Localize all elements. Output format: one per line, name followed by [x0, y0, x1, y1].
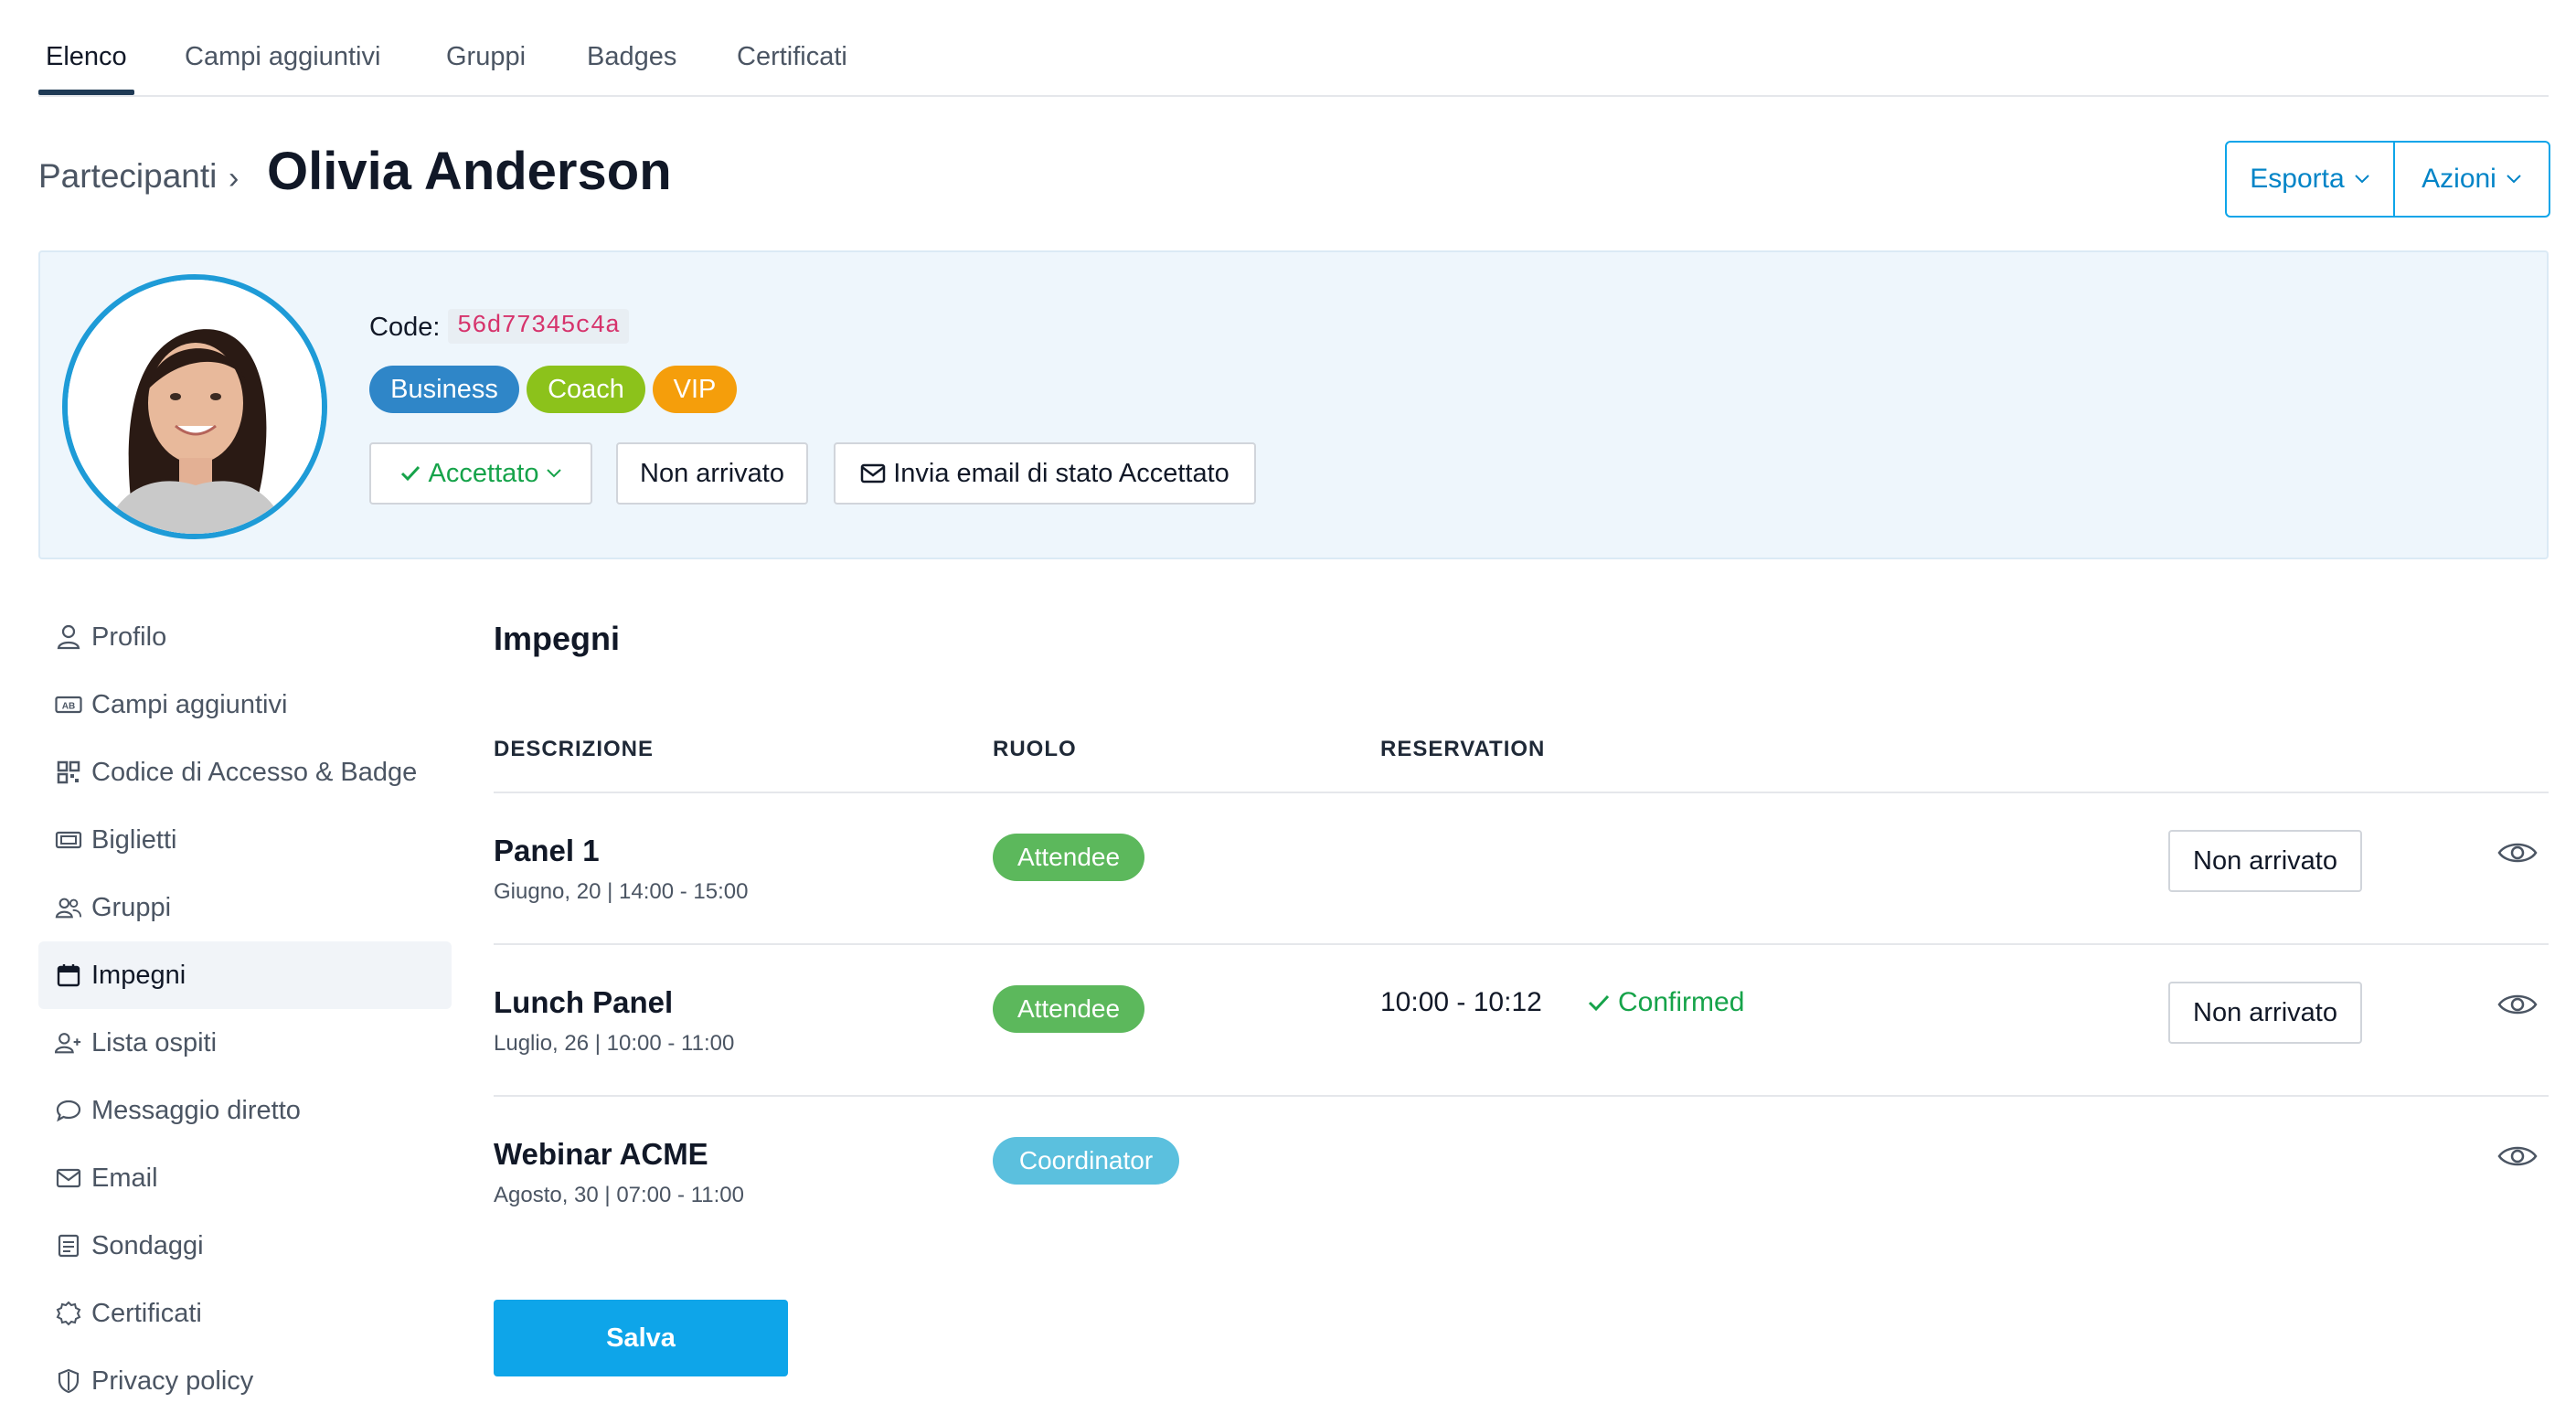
tag-business: Business: [369, 366, 519, 413]
avatar: [62, 274, 327, 539]
ticket-icon: [55, 826, 82, 854]
section-title: Impegni: [494, 620, 621, 657]
sidebar-item-gruppi[interactable]: Gruppi: [38, 874, 452, 941]
sidebar-item-label: Lista ospiti: [91, 1027, 218, 1057]
export-button[interactable]: Esporta: [2225, 141, 2395, 218]
mail-icon: [860, 463, 886, 484]
commitment-title: Panel 1: [494, 834, 600, 867]
calendar-icon: [55, 962, 82, 989]
reservation-status-label: Confirmed: [1618, 987, 1745, 1017]
tag-vip: VIP: [653, 366, 737, 413]
sidebar-item-label: Campi aggiuntivi: [91, 689, 288, 719]
tab-badges[interactable]: Badges: [587, 42, 676, 72]
svg-text:AB: AB: [62, 702, 75, 712]
ab-field-icon: AB: [55, 691, 82, 718]
check-icon: [400, 465, 420, 482]
role-badge: Attendee: [993, 985, 1144, 1033]
not-arrived-button[interactable]: Non arrivato: [616, 442, 808, 505]
status-label: Accettato: [428, 458, 539, 488]
commitment-title: Webinar ACME: [494, 1137, 708, 1171]
mail-icon: [55, 1164, 82, 1192]
sidebar-item-label: Gruppi: [91, 892, 172, 922]
commitment-schedule: Agosto, 30 | 07:00 - 11:00: [494, 1183, 744, 1207]
code-label: Code:: [369, 313, 441, 342]
user-icon: [55, 623, 82, 651]
table-row: Panel 1 Giugno, 20 | 14:00 - 15:00 Atten…: [494, 792, 2549, 943]
tag-coach: Coach: [527, 366, 645, 413]
profile-card: Code: 56d77345c4a Business Coach VIP Acc…: [38, 250, 2549, 559]
chevron-down-icon: [2507, 175, 2521, 184]
sidebar: Profilo AB Campi aggiuntivi Codice di Ac…: [38, 603, 452, 1415]
check-icon: [1588, 994, 1610, 1012]
sidebar-item-privacy-policy[interactable]: Privacy policy: [38, 1347, 452, 1415]
chevron-down-icon: [2354, 175, 2369, 184]
header-button-group: Esporta Azioni: [2225, 141, 2550, 218]
commitment-title: Lunch Panel: [494, 985, 674, 1019]
not-arrived-button[interactable]: Non arrivato: [2168, 830, 2362, 892]
eye-icon[interactable]: [2497, 991, 2538, 1018]
sidebar-item-certificati[interactable]: Certificati: [38, 1280, 452, 1347]
send-email-label: Invia email di stato Accettato: [893, 458, 1229, 488]
sidebar-item-campi-aggiuntivi[interactable]: AB Campi aggiuntivi: [38, 671, 452, 739]
role-badge: Attendee: [993, 834, 1144, 881]
sidebar-item-lista-ospiti[interactable]: Lista ospiti: [38, 1009, 452, 1077]
status-dropdown-button[interactable]: Accettato: [369, 442, 592, 505]
tab-certificati[interactable]: Certificati: [737, 42, 847, 72]
reservation-time: 10:00 - 10:12: [1380, 987, 1542, 1017]
eye-icon[interactable]: [2497, 839, 2538, 866]
users-icon: [55, 894, 82, 921]
breadcrumb-partecipanti[interactable]: Partecipanti: [38, 157, 217, 196]
sidebar-item-label: Privacy policy: [91, 1366, 254, 1396]
eye-icon[interactable]: [2497, 1142, 2538, 1170]
participant-code: 56d77345c4a: [448, 309, 630, 344]
sidebar-item-label: Email: [91, 1163, 158, 1193]
page-title: Olivia Anderson: [267, 142, 672, 201]
sidebar-item-biglietti[interactable]: Biglietti: [38, 806, 452, 874]
sidebar-item-label: Impegni: [91, 960, 186, 990]
breadcrumb-separator: ›: [229, 161, 240, 196]
qr-code-icon: [55, 759, 82, 786]
actions-button-label: Azioni: [2422, 164, 2496, 194]
send-status-email-button[interactable]: Invia email di stato Accettato: [834, 442, 1256, 505]
tab-elenco[interactable]: Elenco: [46, 42, 127, 72]
chat-icon: [55, 1097, 82, 1124]
user-plus-icon: [55, 1029, 82, 1057]
reservation-status: Confirmed: [1587, 987, 1744, 1018]
column-header-description: DESCRIZIONE: [494, 737, 655, 761]
commitment-schedule: Giugno, 20 | 14:00 - 15:00: [494, 879, 749, 904]
sidebar-item-label: Sondaggi: [91, 1230, 204, 1260]
export-button-label: Esporta: [2250, 164, 2345, 194]
chevron-down-icon: [547, 469, 562, 478]
tab-gruppi[interactable]: Gruppi: [446, 42, 526, 72]
role-badge: Coordinator: [993, 1137, 1179, 1185]
column-header-role: RUOLO: [993, 737, 1077, 761]
not-arrived-button[interactable]: Non arrivato: [2168, 982, 2362, 1044]
column-header-reservation: RESERVATION: [1380, 737, 1546, 761]
save-button[interactable]: Salva: [494, 1300, 788, 1376]
actions-button[interactable]: Azioni: [2395, 141, 2550, 218]
sidebar-item-label: Biglietti: [91, 824, 177, 855]
not-arrived-label: Non arrivato: [640, 458, 784, 488]
sidebar-item-profilo[interactable]: Profilo: [38, 603, 452, 671]
commitment-schedule: Luglio, 26 | 10:00 - 11:00: [494, 1031, 735, 1056]
sidebar-item-sondaggi[interactable]: Sondaggi: [38, 1212, 452, 1280]
table-row: Webinar ACME Agosto, 30 | 07:00 - 11:00 …: [494, 1095, 2549, 1247]
sidebar-item-label: Codice di Accesso & Badge: [91, 757, 418, 787]
sidebar-item-label: Certificati: [91, 1298, 202, 1328]
survey-icon: [55, 1232, 82, 1259]
tag-list: Business Coach VIP: [369, 366, 737, 413]
active-tab-indicator: [38, 90, 134, 95]
sidebar-item-label: Profilo: [91, 622, 167, 652]
top-tabs: Elenco Campi aggiuntivi Gruppi Badges Ce…: [38, 0, 2549, 97]
sidebar-item-impegni[interactable]: Impegni: [38, 941, 452, 1009]
table-row: Lunch Panel Luglio, 26 | 10:00 - 11:00 A…: [494, 943, 2549, 1095]
certificate-icon: [55, 1300, 82, 1327]
avatar-portrait-icon: [68, 280, 322, 534]
sidebar-item-messaggio-diretto[interactable]: Messaggio diretto: [38, 1077, 452, 1144]
sidebar-item-email[interactable]: Email: [38, 1144, 452, 1212]
shield-icon: [55, 1367, 82, 1395]
sidebar-item-label: Messaggio diretto: [91, 1095, 301, 1125]
sidebar-item-codice-accesso[interactable]: Codice di Accesso & Badge: [38, 739, 452, 806]
tab-campi-aggiuntivi[interactable]: Campi aggiuntivi: [185, 42, 380, 72]
